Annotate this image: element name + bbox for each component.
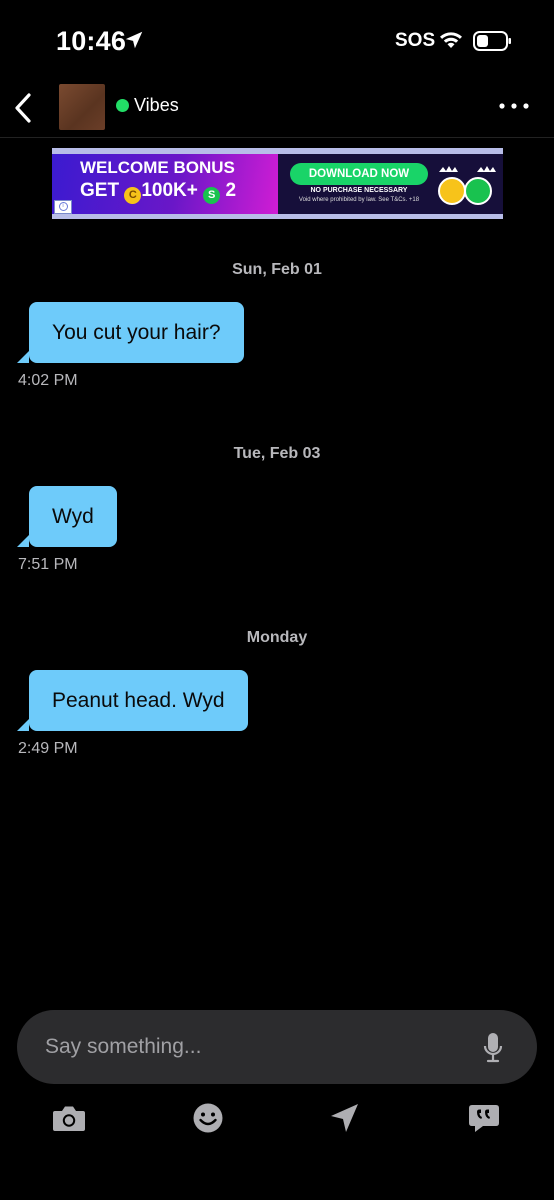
camera-icon[interactable]	[49, 1098, 89, 1138]
ad-disclaimer: NO PURCHASE NECESSARY	[310, 187, 408, 194]
status-time: 10:46	[56, 26, 127, 56]
sos-indicator: SOS	[395, 30, 436, 51]
date-separator: Monday	[246, 629, 308, 646]
back-chevron-icon[interactable]	[10, 90, 36, 126]
date-separator: Tue, Feb 03	[233, 445, 321, 462]
message-bubble[interactable]: Wyd	[29, 486, 117, 547]
contact-name[interactable]: Vibes	[134, 95, 179, 116]
bubble-tail	[17, 351, 29, 363]
gold-coin-icon: C	[124, 187, 142, 204]
message-bubble[interactable]: You cut your hair?	[29, 302, 244, 363]
date-separator: Sun, Feb 01	[232, 261, 322, 278]
ad-info-icon[interactable]: i	[54, 200, 72, 214]
ad-legal-text: Void where prohibited by law. See T&Cs. …	[298, 197, 420, 203]
chat-toolbar	[0, 1098, 554, 1142]
ad-green-amount: 2	[225, 180, 237, 201]
ad-banner[interactable]: WELCOME BONUS GET C 100K+ S 2 DOWNLOAD NO…	[52, 148, 503, 219]
message-timestamp: 4:02 PM	[18, 372, 78, 389]
wifi-icon	[440, 32, 462, 48]
online-status-dot	[116, 99, 129, 112]
message-composer	[17, 1010, 537, 1084]
message-input[interactable]	[45, 1032, 465, 1062]
ad-headline: WELCOME BONUS	[80, 158, 235, 177]
coins-crown-icon	[438, 166, 496, 205]
ad-download-button[interactable]: DOWNLOAD NOW	[290, 163, 428, 185]
bubble-tail	[17, 535, 29, 547]
location-arrow-icon[interactable]	[325, 1098, 365, 1138]
message-timestamp: 2:49 PM	[18, 740, 78, 757]
location-services-icon	[125, 31, 143, 49]
message-bubble[interactable]: Peanut head. Wyd	[29, 670, 248, 731]
ad-offer: GET C 100K+ S 2	[80, 180, 236, 204]
chat-header: Vibes	[0, 84, 554, 138]
more-options-icon[interactable]	[497, 98, 531, 114]
ad-frame-bottom	[52, 214, 503, 219]
avatar[interactable]	[59, 84, 105, 130]
status-bar: 10:46 SOS	[0, 0, 554, 84]
microphone-icon[interactable]	[483, 1032, 503, 1064]
sweeps-coin-icon: S	[203, 187, 221, 204]
emoji-icon[interactable]	[188, 1098, 228, 1138]
battery-icon	[473, 31, 511, 51]
ad-offer-prefix: GET	[80, 180, 120, 201]
bubble-tail	[17, 719, 29, 731]
ad-gold-amount: 100K+	[141, 180, 198, 201]
message-timestamp: 7:51 PM	[18, 556, 78, 573]
quote-bubble-icon[interactable]	[464, 1098, 504, 1138]
